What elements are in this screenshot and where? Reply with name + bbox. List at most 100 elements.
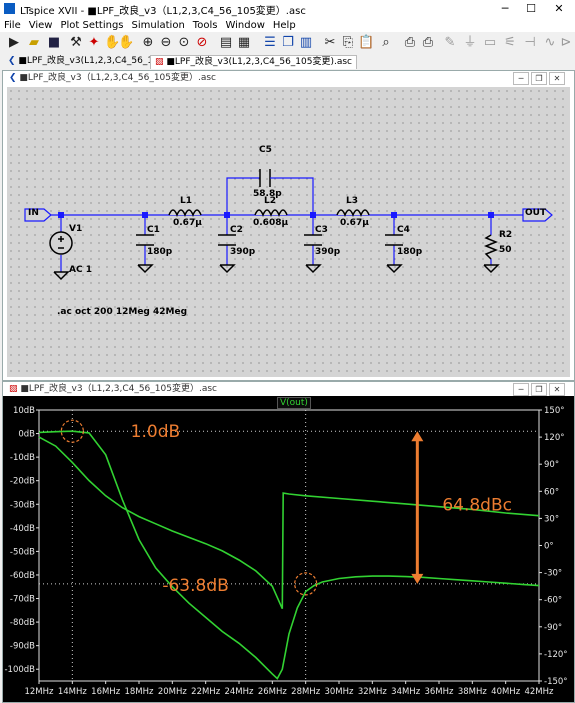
control-panel-icon[interactable]: ⚒ — [68, 35, 84, 51]
y-left-tick-label: -60dB — [10, 571, 35, 581]
schematic-canvas[interactable]: IN OUT V1 AC 1 C1 180p C2 390p C3 390p C… — [7, 87, 570, 377]
menu-file[interactable]: File — [0, 19, 25, 33]
resistor-icon[interactable]: ⚟ — [502, 35, 518, 51]
inductor-icon[interactable]: ∿ — [542, 35, 558, 51]
menu-help[interactable]: Help — [269, 19, 300, 33]
zoom-in-icon[interactable]: ⊕ — [140, 35, 156, 51]
c3-name[interactable]: C3 — [315, 225, 328, 235]
title-bar: LTspice XVII - ■LPF_改良_v3（L1,2,3,C4_56_1… — [0, 0, 575, 18]
run-icon[interactable]: ✦ — [86, 35, 102, 51]
waveform-minimize-button[interactable]: ─ — [513, 383, 529, 396]
magnitude-trace — [38, 430, 540, 680]
in-net-label[interactable]: IN — [28, 208, 39, 218]
x-tick-label: 36MHz — [424, 687, 454, 697]
label-net-icon[interactable]: ▭ — [482, 35, 498, 51]
pan-icon[interactable]: ✋ — [118, 35, 134, 51]
y-right-tick-label: -150° — [544, 677, 568, 687]
c1-value[interactable]: 180p — [147, 247, 172, 257]
x-tick-label: 34MHz — [391, 687, 421, 697]
x-tick-label: 26MHz — [258, 687, 288, 697]
y-left-tick-label: -30dB — [10, 500, 35, 510]
y-right-tick-label: 90° — [544, 460, 559, 470]
copy-icon[interactable]: ⎘ — [340, 35, 356, 51]
l2-name[interactable]: L2 — [264, 196, 276, 206]
window-title: LTspice XVII - ■LPF_改良_v3（L1,2,3,C4_56_1… — [20, 6, 306, 17]
zoom-out-icon[interactable]: ⊖ — [158, 35, 174, 51]
r2-name[interactable]: R2 — [499, 230, 512, 240]
x-tick-label: 40MHz — [491, 687, 521, 697]
tile-vertical-icon[interactable]: ▥ — [298, 35, 314, 51]
new-schematic-icon[interactable]: ▶ — [6, 35, 22, 51]
l1-value[interactable]: 0.67μ — [173, 218, 202, 228]
diode-icon[interactable]: ⊳ — [558, 35, 574, 51]
right-axis-ticks: 150° 120° 90° 60° 30° 0° -30° -60° -90° -120° -150… — [539, 406, 568, 687]
c4-value[interactable]: 180p — [397, 247, 422, 257]
plot-pane[interactable]: 10dB 0dB -10dB -20dB -30dB -40dB -50dB -60dB -70… — [3, 396, 574, 702]
c2-value[interactable]: 390p — [230, 247, 255, 257]
c4-name[interactable]: C4 — [397, 225, 410, 235]
paste-icon[interactable]: 📋 — [358, 35, 374, 51]
out-net-label[interactable]: OUT — [525, 208, 546, 218]
menu-tools[interactable]: Tools — [189, 19, 222, 33]
autorange-icon[interactable]: ▤ — [218, 35, 234, 51]
minimize-button[interactable]: ─ — [492, 0, 518, 18]
plot-frame — [38, 409, 540, 682]
y-left-tick-label: -10dB — [10, 453, 35, 463]
draw-wire-icon[interactable]: ✎ — [442, 35, 458, 51]
l3-name[interactable]: L3 — [346, 196, 358, 206]
l1-name[interactable]: L1 — [180, 196, 192, 206]
c5-name[interactable]: C5 — [259, 145, 272, 155]
v1-value[interactable]: AC 1 — [69, 265, 92, 275]
print-setup-icon[interactable]: ⎙ — [402, 35, 418, 51]
rejection-annotation: 64.8dBc — [442, 495, 512, 515]
y-left-tick-label: 0dB — [18, 430, 35, 440]
waveform-restore-button[interactable]: ❐ — [531, 383, 547, 396]
c3-value[interactable]: 390p — [315, 247, 340, 257]
grid — [39, 410, 539, 681]
save-icon[interactable]: ■ — [46, 35, 62, 51]
menu-window[interactable]: Window — [221, 19, 268, 33]
menu-plot-settings[interactable]: Plot Settings — [56, 19, 127, 33]
spice-directive[interactable]: .ac oct 200 12Meg 42Meg — [57, 307, 187, 317]
maximize-button[interactable]: ☐ — [518, 0, 544, 18]
find-icon[interactable]: ⌕ — [378, 35, 394, 51]
capacitor-icon[interactable]: ⊣ — [522, 35, 538, 51]
waveform-window-header: ▧ ■LPF_改良_v3（L1,2,3,C4_56_105変更）.asc ─ ❐… — [3, 382, 574, 396]
x-tick-label: 32MHz — [358, 687, 388, 697]
l3-value[interactable]: 0.67μ — [340, 218, 369, 228]
ground-icon[interactable]: ⏚ — [462, 35, 478, 51]
print-icon[interactable]: ⎙ — [420, 35, 436, 51]
schematic-close-button[interactable]: ✕ — [549, 72, 565, 85]
y-left-tick-label: -90dB — [10, 642, 35, 652]
schematic-restore-button[interactable]: ❐ — [531, 72, 547, 85]
trace-label-vout[interactable]: V(out) — [277, 397, 311, 409]
waveform-window-icon: ▧ — [9, 384, 21, 394]
fft-icon[interactable]: ▦ — [236, 35, 252, 51]
cascade-icon[interactable]: ❐ — [280, 35, 296, 51]
tile-horizontal-icon[interactable]: ☰ — [262, 35, 278, 51]
zoom-fit-icon[interactable]: ⊙ — [176, 35, 192, 51]
menu-view[interactable]: View — [25, 19, 57, 33]
waveform-close-button[interactable]: ✕ — [549, 383, 565, 396]
schematic-tab-icon: ❮ — [8, 56, 19, 66]
schematic-minimize-button[interactable]: ─ — [513, 72, 529, 85]
cut-icon[interactable]: ✂ — [322, 35, 338, 51]
zoom-cancel-icon[interactable]: ⊘ — [194, 35, 210, 51]
menu-simulation[interactable]: Simulation — [128, 19, 189, 33]
x-tick-label: 20MHz — [158, 687, 188, 697]
y-left-tick-label: -40dB — [10, 524, 35, 534]
l2-value[interactable]: 0.608μ — [253, 218, 288, 228]
y-right-tick-label: -60° — [544, 596, 562, 606]
y-right-tick-label: 150° — [544, 406, 564, 416]
open-folder-icon[interactable]: ▰ — [26, 35, 42, 51]
x-tick-label: 16MHz — [91, 687, 121, 697]
close-button[interactable]: ✕ — [546, 0, 572, 18]
c2-name[interactable]: C2 — [230, 225, 243, 235]
c1-name[interactable]: C1 — [147, 225, 160, 235]
y-right-tick-label: -90° — [544, 623, 562, 633]
r2-value[interactable]: 50 — [499, 245, 512, 255]
phase-trace — [38, 436, 540, 610]
y-right-tick-label: 30° — [544, 514, 559, 524]
tab-waveform[interactable]: ▧ ■LPF_改良_v3(L1,2,3,C4_56_105変更).asc — [150, 55, 358, 69]
v1-name[interactable]: V1 — [69, 224, 82, 234]
